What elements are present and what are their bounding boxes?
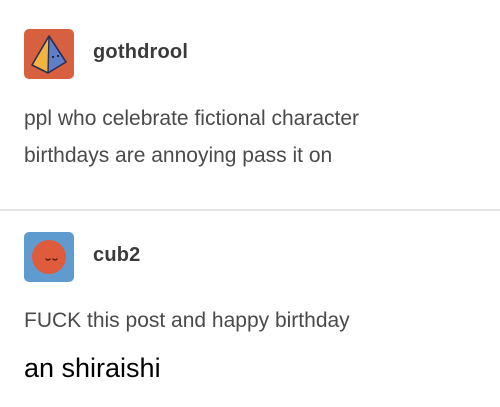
post-divider xyxy=(0,209,500,211)
post-body: FUCK this post and happy birthday xyxy=(24,302,494,339)
post-body-line: birthdays are annoying pass it on xyxy=(24,144,333,167)
moon-icon xyxy=(24,232,74,282)
caption-overlay: an shiraishi xyxy=(24,353,161,383)
post-gothdrool: gothdrool ppl who celebrate fictional ch… xyxy=(0,0,500,210)
post-body-line: ppl who celebrate fictional character xyxy=(24,107,360,130)
username[interactable]: cub2 xyxy=(93,244,140,267)
username[interactable]: gothdrool xyxy=(93,41,188,64)
avatar[interactable] xyxy=(24,29,74,79)
avatar[interactable] xyxy=(24,232,74,282)
post-body: ppl who celebrate fictional character bi… xyxy=(24,100,494,174)
post-body-line: FUCK this post and happy birthday xyxy=(24,309,350,332)
pyramid-icon xyxy=(24,29,74,79)
post-cub2: cub2 FUCK this post and happy birthday a… xyxy=(0,212,500,407)
